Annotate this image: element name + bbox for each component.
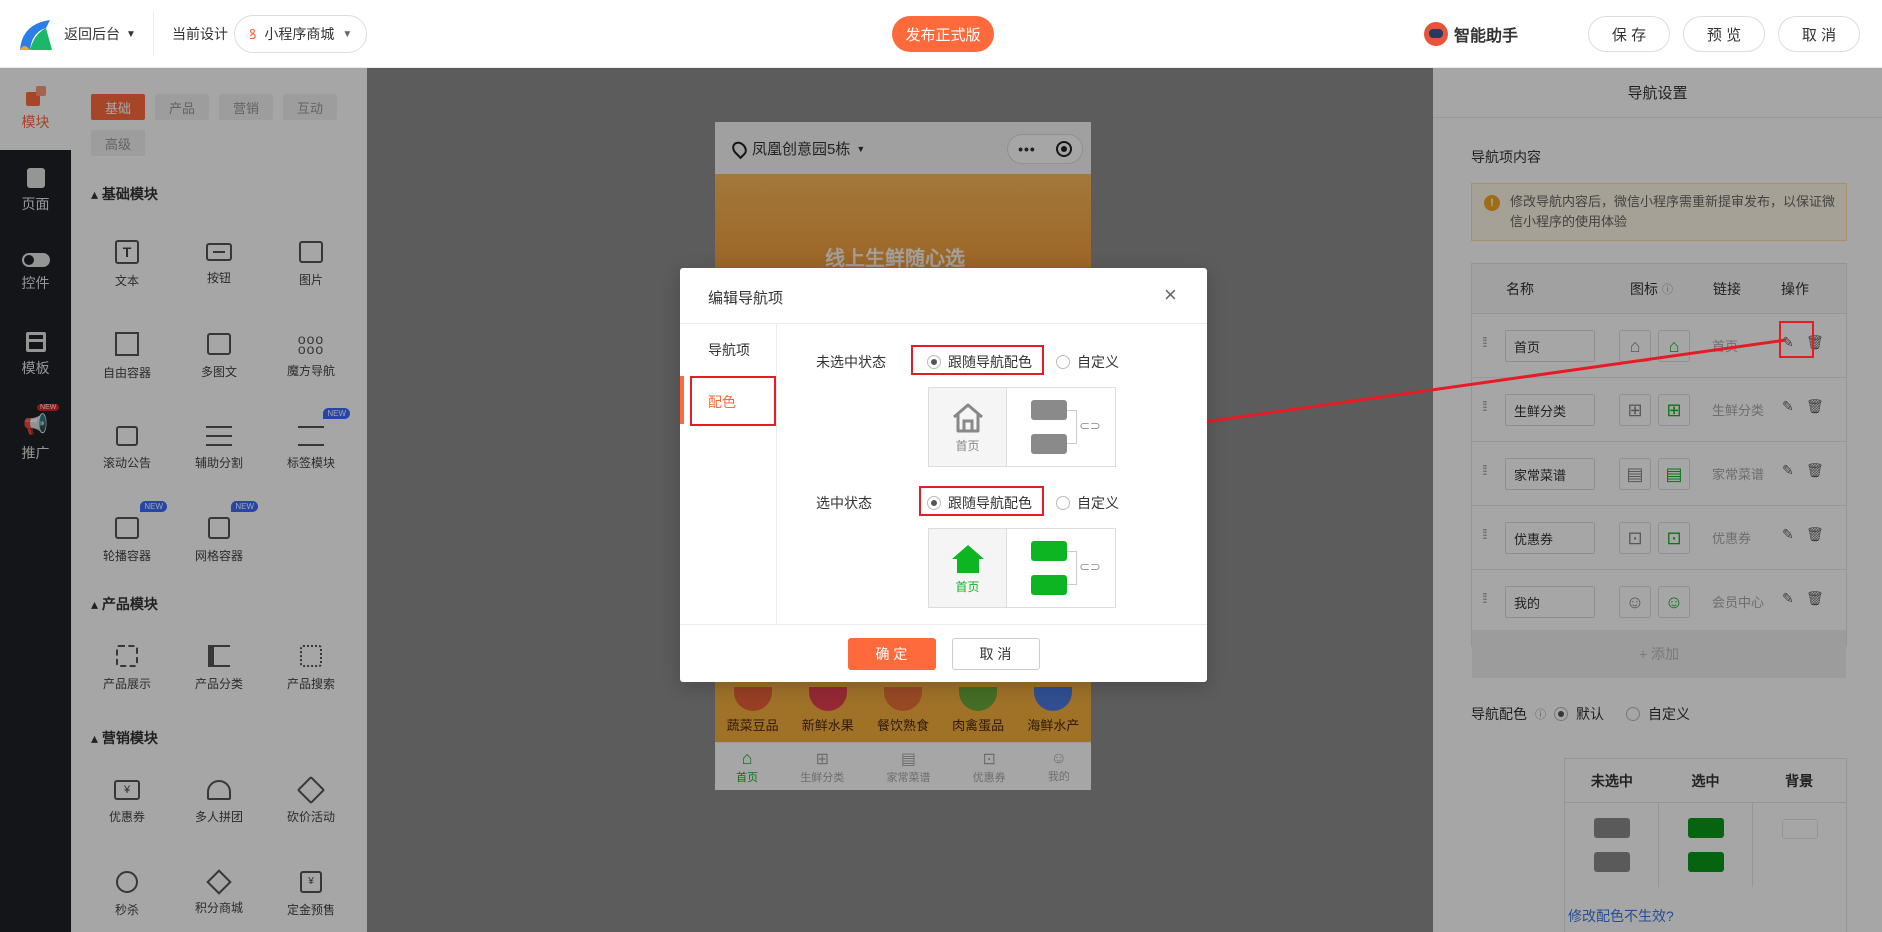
link-icon[interactable]: ⊂⊃ (1079, 418, 1101, 434)
follow-label: 跟随导航配色 (948, 495, 1032, 511)
annotation-box-edit (1779, 321, 1814, 358)
preview-label: 首页 (955, 438, 980, 453)
radio-custom[interactable] (1056, 496, 1070, 510)
edit-nav-item-dialog: 编辑导航项 × 导航项 配色 未选中状态 跟随导航配色 自定义 首页 ⊂⊃ 选中… (680, 268, 1207, 682)
menu-nav-item[interactable]: 导航项 (708, 340, 750, 360)
close-icon[interactable]: × (1164, 282, 1177, 308)
top-bar: 返回后台 ▼ 当前设计 ꝸ 小程序商城 ▼ 发布正式版 智能助手 保 存 预 览… (0, 0, 1882, 68)
dialog-header: 编辑导航项 × (680, 268, 1207, 324)
selected-color-pair: ⊂⊃ (1007, 529, 1115, 607)
radio-custom[interactable] (1056, 355, 1070, 369)
swatch-gray (1031, 434, 1067, 454)
design-select[interactable]: ꝸ 小程序商城 ▼ (234, 15, 368, 53)
save-button[interactable]: 保 存 (1588, 16, 1670, 52)
cancel-button[interactable]: 取 消 (951, 637, 1040, 670)
miniprogram-icon: ꝸ (249, 25, 257, 42)
unselected-custom-option[interactable]: 自定义 (1056, 352, 1119, 372)
home-outline-icon (952, 403, 983, 432)
unselected-preview-icon: 首页 (929, 388, 1007, 466)
swatch-gray (1031, 400, 1067, 420)
chevron-down-icon: ▼ (342, 28, 353, 40)
selected-follow-option[interactable]: 跟随导航配色 (927, 493, 1032, 513)
unselected-color-pair: ⊂⊃ (1007, 388, 1115, 466)
publish-button[interactable]: 发布正式版 (892, 16, 994, 52)
link-bracket (1067, 551, 1077, 585)
back-to-admin-button[interactable]: 返回后台 ▼ (64, 24, 136, 44)
design-select-value: 小程序商城 (264, 26, 335, 42)
dialog-menu: 导航项 配色 (680, 324, 777, 624)
divider (153, 12, 154, 56)
dialog-footer: 确 定 取 消 (680, 624, 1207, 682)
robot-icon (1424, 22, 1448, 46)
selected-custom-option[interactable]: 自定义 (1056, 493, 1119, 513)
smart-assistant-button[interactable]: 智能助手 (1424, 22, 1518, 46)
cancel-button[interactable]: 取 消 (1778, 16, 1860, 52)
confirm-button[interactable]: 确 定 (847, 637, 936, 670)
swatch-green (1031, 575, 1067, 595)
link-bracket (1067, 410, 1077, 444)
selected-preview: 首页 ⊂⊃ (928, 528, 1116, 608)
swatch-green (1031, 541, 1067, 561)
follow-label: 跟随导航配色 (948, 354, 1032, 370)
unselected-label: 未选中状态 (816, 354, 886, 370)
annotation-box-color (690, 376, 776, 426)
custom-label: 自定义 (1077, 495, 1119, 511)
unselected-follow-option[interactable]: 跟随导航配色 (927, 352, 1032, 372)
current-design-label: 当前设计 (172, 26, 228, 42)
preview-label: 首页 (955, 579, 980, 594)
active-indicator (680, 376, 684, 424)
assistant-label: 智能助手 (1454, 28, 1519, 45)
link-icon[interactable]: ⊂⊃ (1079, 559, 1101, 575)
custom-label: 自定义 (1077, 354, 1119, 370)
preview-button[interactable]: 预 览 (1683, 16, 1765, 52)
back-label: 返回后台 (64, 26, 120, 42)
unselected-preview: 首页 ⊂⊃ (928, 387, 1116, 467)
brand-logo (20, 20, 52, 50)
radio-follow[interactable] (927, 496, 941, 510)
selected-preview-icon: 首页 (929, 529, 1007, 607)
dialog-title: 编辑导航项 (708, 290, 784, 307)
chevron-down-icon: ▼ (126, 28, 136, 40)
radio-follow[interactable] (927, 355, 941, 369)
selected-label: 选中状态 (816, 495, 872, 511)
home-filled-icon (951, 544, 984, 573)
